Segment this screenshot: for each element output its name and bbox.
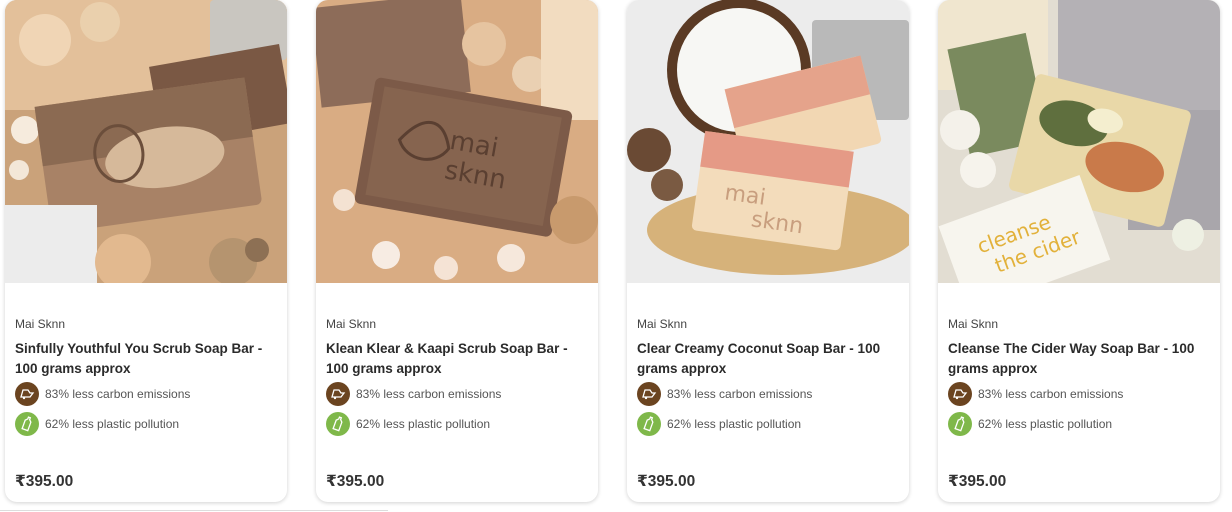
brand-name: Mai Sknn [948,317,999,331]
product-image[interactable]: mai sknn [627,0,909,283]
plastic-impact-text: 62% less plastic pollution [45,417,180,431]
plastic-impact-text: 62% less plastic pollution [978,417,1113,431]
product-price: ₹395.00 [637,473,696,490]
product-photo: mai sknn [627,0,909,283]
product-title[interactable]: Sinfully Youthful You Scrub Soap Bar - 1… [15,339,280,379]
product-price: ₹395.00 [948,473,1007,490]
carbon-impact: 83% less carbon emissions [326,382,501,406]
product-card[interactable]: mai sknn Mai Sknn Klean Klear & Kaapi Sc… [316,0,598,502]
carbon-impact-text: 83% less carbon emissions [667,387,813,401]
plastic-impact: 62% less plastic pollution [637,412,801,436]
plastic-impact: 62% less plastic pollution [326,412,490,436]
carbon-impact: 83% less carbon emissions [948,382,1123,406]
product-price: ₹395.00 [15,473,74,490]
plastic-bottle-icon [948,412,972,436]
carbon-impact-text: 83% less carbon emissions [45,387,191,401]
plastic-bottle-icon [637,412,661,436]
carbon-impact-text: 83% less carbon emissions [356,387,502,401]
product-image[interactable]: cleanse the cider [938,0,1220,283]
carbon-impact: 83% less carbon emissions [637,382,812,406]
product-title[interactable]: Cleanse The Cider Way Soap Bar - 100 gra… [948,339,1213,379]
product-photo: cleanse the cider [938,0,1220,283]
product-card[interactable]: Mai Sknn Sinfully Youthful You Scrub Soa… [5,0,287,502]
plastic-impact-text: 62% less plastic pollution [667,417,802,431]
carbon-emission-icon [948,382,972,406]
horizontal-scrollbar[interactable] [0,510,388,511]
product-title[interactable]: Klean Klear & Kaapi Scrub Soap Bar - 100… [326,339,591,379]
product-image[interactable]: mai sknn [316,0,598,283]
carbon-emission-icon [637,382,661,406]
product-price: ₹395.00 [326,473,385,490]
product-image[interactable] [5,0,287,283]
carbon-impact: 83% less carbon emissions [15,382,190,406]
product-photo [5,0,287,283]
brand-name: Mai Sknn [15,317,66,331]
carbon-emission-icon [326,382,350,406]
brand-name: Mai Sknn [637,317,688,331]
product-title[interactable]: Clear Creamy Coconut Soap Bar - 100 gram… [637,339,902,379]
carbon-impact-text: 83% less carbon emissions [978,387,1124,401]
carbon-emission-icon [15,382,39,406]
plastic-bottle-icon [326,412,350,436]
product-grid: Mai Sknn Sinfully Youthful You Scrub Soa… [0,0,1232,512]
plastic-impact: 62% less plastic pollution [948,412,1112,436]
product-photo: mai sknn [316,0,598,283]
product-card[interactable]: cleanse the cider Mai Sknn Cleanse The C… [938,0,1220,502]
plastic-impact-text: 62% less plastic pollution [356,417,491,431]
plastic-impact: 62% less plastic pollution [15,412,179,436]
brand-name: Mai Sknn [326,317,377,331]
product-card[interactable]: mai sknn Mai Sknn Clear Creamy Coconut S… [627,0,909,502]
plastic-bottle-icon [15,412,39,436]
